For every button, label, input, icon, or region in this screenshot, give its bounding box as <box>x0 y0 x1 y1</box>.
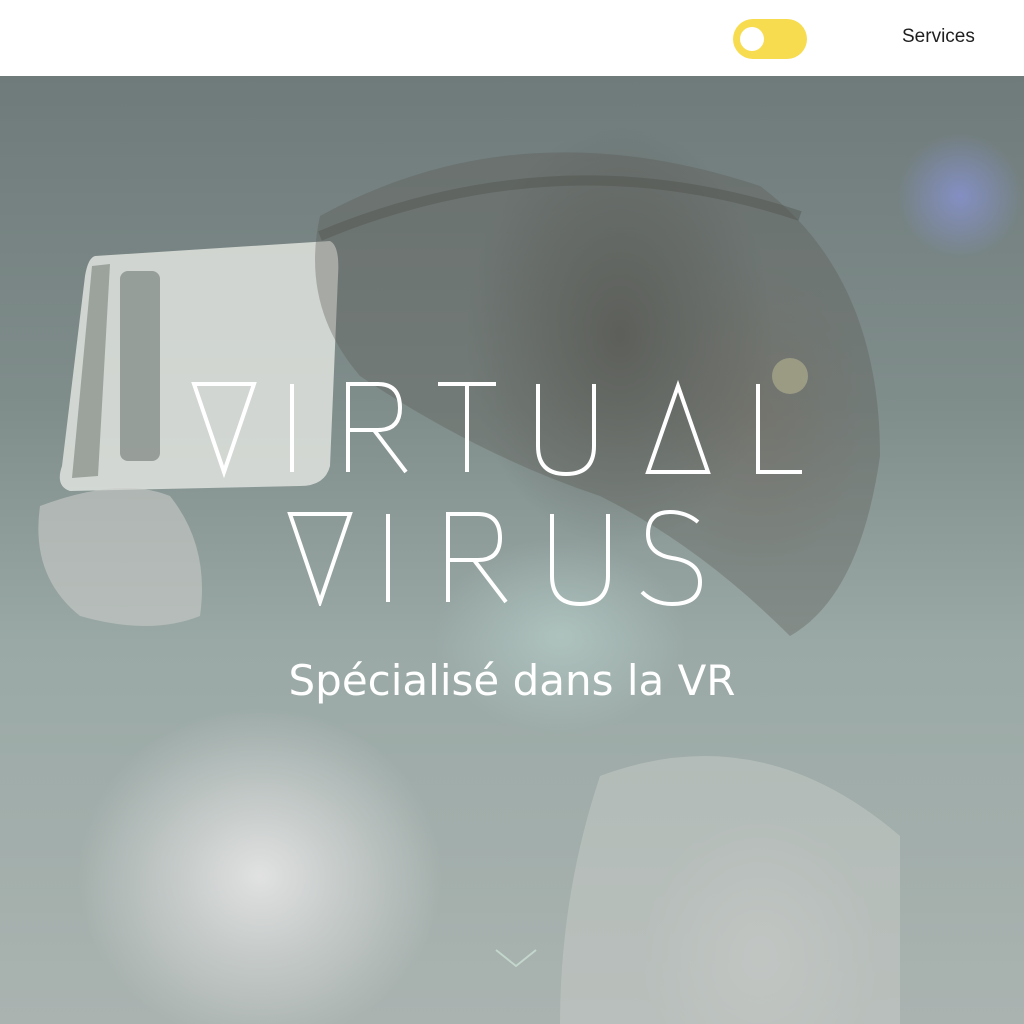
chevron-down-icon[interactable] <box>492 944 540 972</box>
nav-link-services[interactable]: Services <box>902 26 975 48</box>
top-navigation-bar: Services <box>0 0 1024 76</box>
virtual-virus-logo <box>191 379 802 606</box>
hero-tagline: Spécialisé dans la VR <box>288 656 736 705</box>
hero-section: Spécialisé dans la VR <box>0 76 1024 1024</box>
toggle-knob <box>740 27 764 51</box>
theme-toggle[interactable] <box>733 19 807 59</box>
